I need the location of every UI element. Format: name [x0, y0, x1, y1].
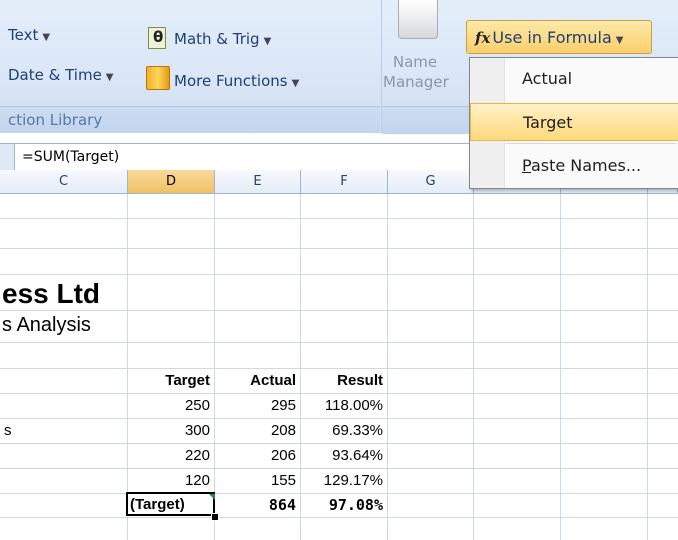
- cell-actual: 208: [270, 422, 296, 439]
- column-header-f[interactable]: F: [301, 170, 388, 194]
- use-in-formula-menu: Actual Target Paste Names...: [469, 57, 678, 189]
- cell-actual: 206: [270, 447, 296, 464]
- cell-result: 129.17%: [323, 472, 383, 489]
- menu-item-label: Actual: [522, 69, 573, 88]
- header-actual: Actual: [250, 372, 296, 389]
- chevron-down-icon: ▼: [42, 32, 51, 43]
- total-result: 97.08%: [328, 496, 383, 514]
- gridline: [473, 194, 474, 540]
- active-cell-edit-text[interactable]: (Target): [130, 496, 185, 513]
- gridline: [0, 368, 678, 369]
- column-header-g[interactable]: G: [388, 170, 474, 194]
- fx-icon: fx: [475, 29, 491, 47]
- more-functions-button[interactable]: More Functions ▼: [146, 66, 299, 90]
- cell-result: 118.00%: [324, 397, 383, 414]
- header-result: Result: [337, 372, 383, 389]
- gridline: [0, 493, 678, 494]
- menu-item-label: Paste Names...: [522, 156, 642, 175]
- gridline: [387, 194, 388, 540]
- menu-item-label: Target: [523, 113, 573, 132]
- cell-result: 69.33%: [332, 422, 383, 439]
- name-manager-label-1: Name: [392, 53, 438, 71]
- column-header-e[interactable]: E: [215, 170, 301, 194]
- gridline: [0, 393, 678, 394]
- column-letter: F: [340, 174, 348, 189]
- name-manager-label-2: Manager: [383, 73, 449, 91]
- more-functions-icon: [146, 66, 170, 90]
- name-box-edge: [0, 144, 15, 170]
- sheet-subtitle: s Analysis: [2, 314, 91, 336]
- cell-actual: 295: [270, 397, 296, 414]
- gridline: [0, 517, 678, 518]
- gridline: [0, 218, 678, 219]
- cell-target: 250: [184, 397, 210, 414]
- gridline: [560, 194, 561, 540]
- chevron-down-icon: ▼: [263, 36, 272, 47]
- math-trig-icon: θ: [148, 26, 170, 49]
- cell-target: 120: [184, 472, 210, 489]
- chevron-down-icon: ▼: [105, 72, 114, 83]
- column-header-c[interactable]: C: [0, 170, 128, 194]
- column-header-d[interactable]: D: [128, 170, 215, 194]
- menu-item-actual[interactable]: Actual: [470, 60, 678, 98]
- cell-target: 220: [184, 447, 210, 464]
- date-time-button[interactable]: Date & Time ▼: [8, 66, 114, 84]
- formula-input[interactable]: =SUM(Target): [22, 144, 119, 170]
- text-functions-label: Text: [8, 26, 39, 44]
- total-actual: 864: [268, 496, 296, 514]
- gridline: [0, 443, 678, 444]
- gridline: [0, 418, 678, 419]
- math-trig-label: Math & Trig: [174, 30, 260, 48]
- cell-result: 93.64%: [332, 447, 383, 464]
- function-library-label: ction Library: [8, 111, 103, 129]
- column-letter: E: [253, 174, 262, 189]
- gridline: [647, 194, 648, 540]
- row-label: s: [4, 422, 12, 439]
- use-in-formula-label: Use in Formula: [492, 28, 612, 47]
- name-manager-icon: [398, 0, 438, 39]
- header-target: Target: [165, 372, 210, 389]
- chevron-down-icon: ▼: [291, 78, 300, 89]
- cell-target: 300: [184, 422, 210, 439]
- gridline: [0, 310, 678, 311]
- column-letter: D: [165, 174, 176, 189]
- date-time-label: Date & Time: [8, 66, 102, 84]
- sheet-title: ess Ltd: [2, 278, 101, 309]
- cell-actual: 155: [270, 472, 296, 489]
- gridline: [0, 248, 678, 249]
- more-functions-label: More Functions: [174, 72, 288, 90]
- gridline: [0, 468, 678, 469]
- math-trig-button[interactable]: θ Math & Trig ▼: [148, 26, 272, 49]
- menu-separator: [506, 143, 676, 144]
- name-manager-button[interactable]: Name Manager: [383, 52, 449, 92]
- text-functions-button[interactable]: Text ▼: [8, 26, 50, 44]
- menu-item-target[interactable]: Target: [470, 103, 678, 141]
- chevron-down-icon: ▼: [615, 35, 624, 46]
- use-in-formula-button[interactable]: fx Use in Formula ▼: [466, 20, 652, 54]
- function-library-caption: ction Library: [0, 106, 380, 133]
- gridline: [0, 274, 678, 275]
- column-letter: G: [425, 174, 436, 189]
- gridline: [0, 342, 678, 343]
- fill-handle[interactable]: [211, 513, 219, 521]
- menu-item-paste-names[interactable]: Paste Names...: [470, 147, 678, 185]
- column-letter: C: [58, 174, 69, 189]
